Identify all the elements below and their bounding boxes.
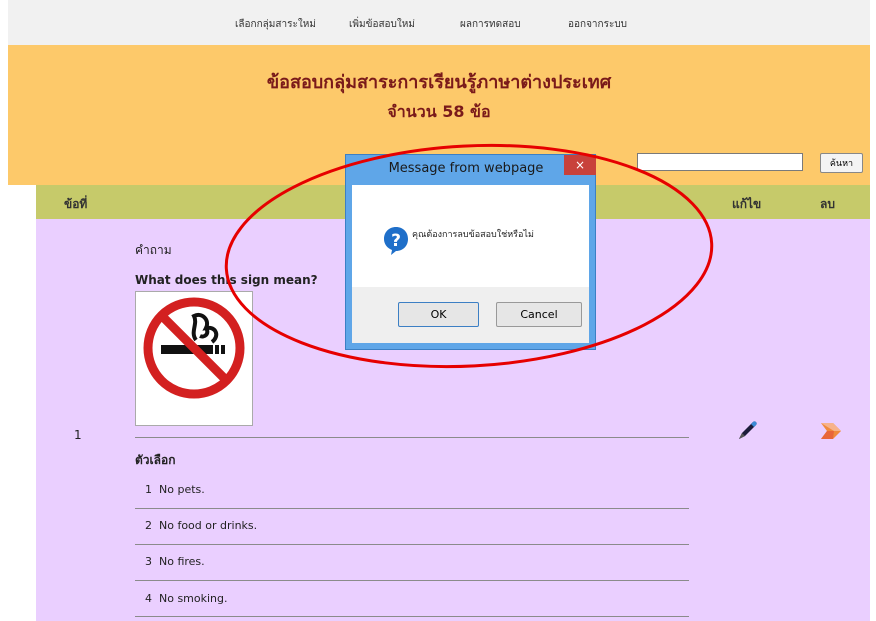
ok-button[interactable]: OK [398, 302, 479, 327]
dialog-title: Message from webpage [388, 161, 544, 176]
choices-label: ตัวเลือก [135, 453, 176, 467]
edit-pen-icon[interactable] [736, 418, 760, 442]
choice-number: 1 [145, 483, 152, 496]
count-prefix: จำนวน [387, 102, 437, 121]
divider [135, 544, 689, 545]
cancel-button[interactable]: Cancel [496, 302, 582, 327]
divider [135, 616, 689, 617]
choice-text: No pets. [159, 483, 205, 496]
dialog-message: คุณต้องการลบข้อสอบใช่หรือไม่ [412, 230, 534, 240]
choice-item: 1 No pets. [145, 483, 205, 496]
svg-text:?: ? [391, 231, 401, 251]
choice-number: 2 [145, 519, 152, 532]
choice-number: 4 [145, 592, 152, 605]
choice-text: No fires. [159, 555, 205, 568]
column-header-delete: ลบ [820, 197, 835, 211]
question-mark-icon: ? [383, 226, 409, 260]
column-header-edit: แก้ไข [732, 197, 762, 211]
question-label: คำถาม [135, 243, 172, 257]
search-input[interactable] [637, 153, 803, 171]
choice-text: No smoking. [159, 592, 228, 605]
count-suffix: ข้อ [470, 102, 491, 121]
divider [135, 508, 689, 509]
divider [135, 580, 689, 581]
question-count: จำนวน 58 ข้อ [8, 100, 870, 125]
dialog-close-button[interactable]: × [564, 155, 596, 175]
choice-item: 4 No smoking. [145, 592, 228, 605]
count-value: 58 [442, 102, 465, 121]
delete-eraser-icon[interactable] [818, 418, 844, 444]
nav-add-question[interactable]: เพิ่มข้อสอบใหม่ [349, 17, 415, 32]
column-header-number: ข้อที่ [64, 197, 88, 211]
nav-logout[interactable]: ออกจากระบบ [568, 17, 627, 32]
no-smoking-sign-image [135, 291, 253, 426]
top-nav: เลือกกลุ่มสาระใหม่ เพิ่มข้อสอบใหม่ ผลการ… [8, 0, 870, 45]
row-number: 1 [74, 428, 82, 442]
page-title: ข้อสอบกลุ่มสาระการเรียนรู้ภาษาต่างประเทศ [266, 72, 612, 93]
choice-item: 2 No food or drinks. [145, 519, 257, 532]
choice-number: 3 [145, 555, 152, 568]
divider [135, 437, 689, 438]
choice-item: 3 No fires. [145, 555, 205, 568]
choice-text: No food or drinks. [159, 519, 258, 532]
search-button[interactable]: ค้นหา [820, 153, 863, 173]
nav-test-results[interactable]: ผลการทดสอบ [460, 17, 521, 32]
question-text: What does this sign mean? [135, 273, 318, 287]
nav-select-subject[interactable]: เลือกกลุ่มสาระใหม่ [235, 17, 316, 32]
confirm-dialog: Message from webpage × ? คุณต้องการลบข้อ… [345, 154, 596, 350]
